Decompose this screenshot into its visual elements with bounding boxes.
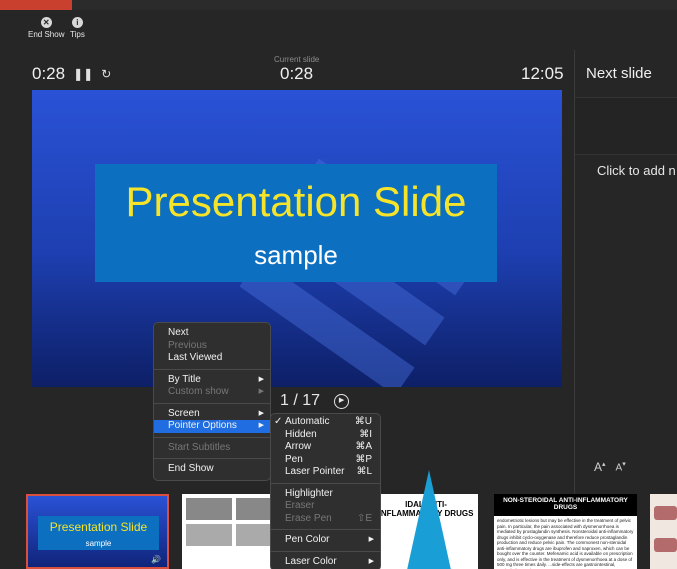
thumbnail-slide-4[interactable]: NON-STEROIDAL ANTI-INFLAMMATORY DRUGS en… — [494, 494, 637, 569]
laser-pointer-beam — [407, 470, 451, 569]
increase-font-button[interactable]: A▴ — [594, 460, 606, 474]
decrease-font-button[interactable]: A▾ — [616, 460, 626, 474]
slideshow-context-menu: Next Previous Last Viewed By Title ▶ Cust… — [153, 322, 271, 481]
submenu-arrow-icon: ▶ — [368, 536, 374, 543]
pointer-pen[interactable]: Pen ⌘P — [271, 454, 380, 467]
thumbnail-slide-5[interactable] — [650, 494, 677, 569]
pointer-pen-color[interactable]: Pen Color ▶ — [271, 534, 380, 547]
play-icon[interactable]: ▶ — [334, 393, 350, 409]
menu-screen[interactable]: Screen ▶ — [154, 408, 270, 421]
pointer-arrow[interactable]: Arrow ⌘A — [271, 441, 380, 454]
elapsed-timer: 0:28 ❚❚ ↻ — [32, 64, 111, 84]
menu-separator — [154, 458, 270, 459]
thumbnail-slide-1[interactable]: Presentation Slide sample 🔊 — [26, 494, 169, 569]
submenu-arrow-icon: ▶ — [258, 422, 264, 429]
menu-previous: Previous — [168, 339, 207, 351]
thumb-image — [186, 498, 232, 520]
next-slide-label: Next slide — [586, 65, 652, 82]
tips-button[interactable]: i Tips — [70, 17, 85, 39]
menu-separator — [154, 436, 270, 438]
menu-by-title[interactable]: By Title ▶ — [154, 374, 270, 387]
menu-next[interactable]: Next — [154, 327, 270, 340]
submenu-arrow-icon: ▶ — [368, 557, 374, 565]
speaker-icon: 🔊 — [151, 555, 161, 564]
thumb-body: endometriotic lesions but may be effecti… — [497, 518, 634, 569]
close-circle-icon: ✕ — [40, 17, 52, 28]
end-show-button[interactable]: ✕ End Show — [28, 17, 64, 39]
next-slide-preview[interactable] — [575, 97, 677, 155]
pointer-hidden[interactable]: Hidden ⌘I — [271, 429, 380, 442]
pointer-automatic[interactable]: ✓ Automatic ⌘U — [271, 416, 380, 429]
pointer-laser-color[interactable]: Laser Color ▶ — [271, 556, 380, 569]
thumb-title: NON-STEROIDAL ANTI-INFLAMMATORY DRUGS — [494, 494, 637, 516]
font-size-controls: A▴ A▾ — [594, 460, 626, 474]
slide-counter: 1 / 17 ▶ — [280, 392, 350, 410]
menu-pointer-options[interactable]: Pointer Options ▶ — [154, 420, 270, 433]
submenu-arrow-icon: ▶ — [258, 375, 264, 383]
thumb-subtitle: sample — [85, 539, 112, 548]
progress-bar — [0, 0, 677, 10]
clock: 12:05 — [521, 64, 564, 83]
menu-start-subtitles: Start Subtitles — [168, 441, 231, 453]
slide-title: Presentation Slide — [125, 178, 467, 225]
reset-icon[interactable]: ↻ — [101, 67, 111, 81]
menu-separator — [154, 368, 270, 370]
pointer-erase-pen: Erase Pen ⇧E — [285, 512, 372, 524]
submenu-arrow-icon: ▶ — [258, 388, 264, 395]
menu-last-viewed[interactable]: Last Viewed — [154, 352, 270, 365]
thumb-image — [654, 538, 677, 552]
submenu-arrow-icon: ▶ — [258, 409, 264, 417]
pointer-laser[interactable]: Laser Pointer ⌘L — [271, 466, 380, 479]
thumb-image — [186, 524, 232, 546]
menu-separator — [154, 402, 270, 404]
info-icon: i — [71, 17, 83, 28]
current-slide-time: 0:28 — [280, 64, 314, 83]
menu-separator — [271, 529, 380, 530]
menu-end-show[interactable]: End Show — [154, 463, 270, 476]
progress-fill — [0, 0, 72, 10]
elapsed-time: 0:28 — [32, 64, 66, 83]
pointer-options-submenu: ✓ Automatic ⌘U Hidden ⌘I Arrow ⌘A Pen ⌘P Lase… — [270, 413, 381, 569]
pointer-eraser: Eraser — [285, 500, 315, 511]
checkmark-icon: ✓ — [274, 416, 283, 427]
tips-label: Tips — [70, 30, 85, 39]
current-slide-label: Current slide — [274, 55, 320, 64]
thumb-title: Presentation Slide — [49, 520, 148, 534]
current-slide-view[interactable]: Presentation Slide sample — [32, 90, 562, 387]
pointer-highlighter[interactable]: Highlighter — [271, 488, 380, 501]
end-show-label: End Show — [28, 30, 65, 39]
slide-subtitle: sample — [254, 240, 338, 270]
menu-separator — [271, 550, 380, 552]
slide-counter-text: 1 / 17 — [280, 392, 321, 409]
notes-area[interactable]: Click to add n — [597, 163, 676, 178]
menu-separator — [271, 482, 380, 484]
pause-icon[interactable]: ❚❚ — [73, 67, 93, 81]
menu-custom-show: Custom show ▶ — [168, 386, 264, 397]
thumb-image — [654, 506, 677, 520]
